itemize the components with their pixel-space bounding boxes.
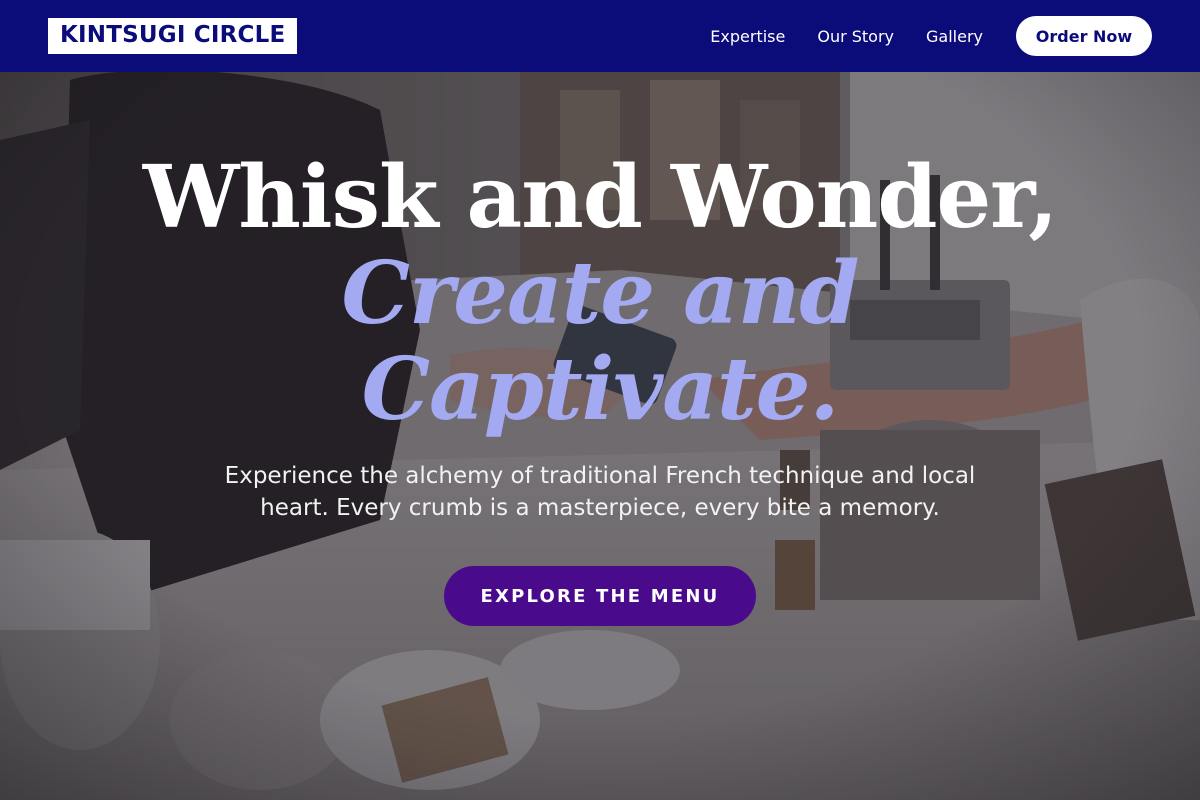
hero-section: Whisk and Wonder, Create and Captivate. …	[0, 150, 1200, 626]
hero-subtext: Experience the alchemy of traditional Fr…	[224, 463, 976, 521]
nav-menu: Expertise Our Story Gallery Order Now	[710, 16, 1152, 56]
brand-logo[interactable]: KINTSUGI CIRCLE	[48, 18, 298, 54]
headline-accent: Create and Captivate.	[341, 243, 860, 440]
nav-link-our-story[interactable]: Our Story	[817, 27, 894, 46]
nav-link-expertise[interactable]: Expertise	[710, 27, 785, 46]
headline-line-1: Whisk and Wonder,	[142, 147, 1058, 248]
landing-page: KINTSUGI CIRCLE Expertise Our Story Gall…	[0, 0, 1200, 800]
explore-menu-button[interactable]: EXPLORE THE MENU	[444, 566, 756, 626]
top-navbar: KINTSUGI CIRCLE Expertise Our Story Gall…	[0, 0, 1200, 72]
order-now-button[interactable]: Order Now	[1016, 16, 1152, 56]
hero-headline: Whisk and Wonder, Create and Captivate.	[0, 150, 1200, 438]
nav-link-gallery[interactable]: Gallery	[926, 27, 983, 46]
